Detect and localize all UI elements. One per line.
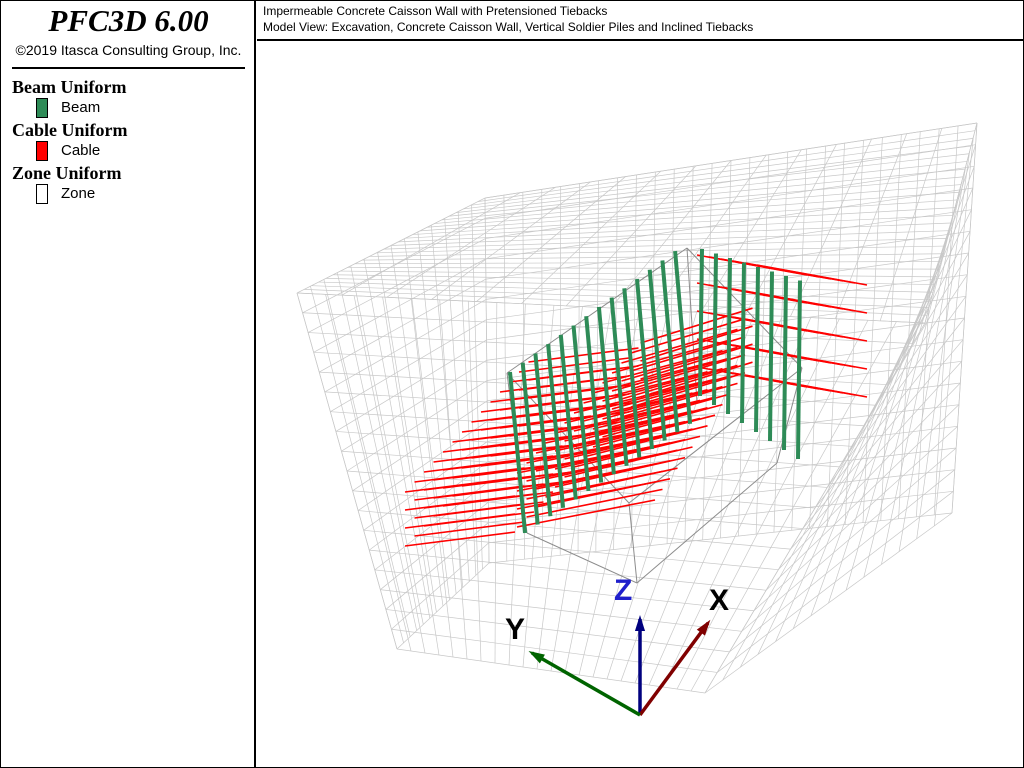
tieback-cable	[404, 531, 516, 547]
legend-label-beam: Beam	[61, 99, 101, 116]
excavation-edge	[628, 502, 638, 584]
front-face-grid	[302, 312, 913, 344]
plot-subtitle: Model View: Excavation, Concrete Caisson…	[263, 20, 754, 34]
right-face-grid	[912, 144, 976, 344]
top-face-grid	[386, 186, 556, 298]
soldier-pile	[768, 271, 774, 442]
legend-heading-beam: Beam Uniform	[12, 77, 127, 97]
y-axis-label: Y	[505, 613, 526, 646]
left-face-grid	[307, 238, 486, 333]
soldier-pile	[698, 248, 704, 397]
left-face-grid	[330, 319, 487, 412]
top-face-grid	[296, 197, 486, 294]
left-face-grid	[313, 258, 486, 353]
right-face-grid	[826, 296, 967, 488]
z-axis-label: Z	[614, 574, 633, 607]
soldier-pile	[726, 257, 732, 415]
tieback-cable	[528, 347, 639, 363]
y-axis-arrow	[531, 651, 641, 717]
axis-triad	[528, 615, 711, 717]
legend-label-zone: Zone	[61, 185, 96, 202]
right-face-grid	[778, 382, 961, 570]
z-axis-arrow-head	[634, 615, 646, 631]
soldier-pile	[712, 253, 718, 406]
right-face-grid	[717, 491, 954, 673]
soldier-pile	[740, 262, 746, 424]
back-face-grid	[488, 512, 953, 564]
left-face-grid	[341, 359, 487, 452]
plot-title: Impermeable Concrete Caisson Wall with P…	[263, 4, 608, 18]
model-viewport[interactable]: Z X Y	[257, 43, 1023, 767]
y-axis-arrow-head	[528, 651, 545, 664]
x-axis-arrow	[638, 621, 710, 717]
soldier-pile	[754, 266, 760, 433]
front-face-grid	[363, 529, 779, 571]
legend-panel: PFC3D 6.00 ©2019 Itasca Consulting Group…	[1, 1, 256, 767]
top-face-grid	[431, 181, 591, 300]
cable-color-swatch	[36, 141, 48, 161]
top-face-grid	[341, 192, 521, 296]
tieback-cable	[756, 348, 868, 370]
soldier-pile	[782, 275, 788, 451]
right-face-grid	[741, 447, 957, 632]
left-face-grid	[335, 339, 487, 432]
legend-group-beam: Beam Uniform Beam	[12, 77, 247, 120]
model-scene[interactable]	[257, 43, 1023, 767]
zone-color-swatch	[36, 184, 48, 204]
legend: Beam Uniform Beam Cable Uniform Cable Zo…	[12, 77, 247, 206]
soldier-pile	[796, 280, 802, 460]
copyright-text: ©2019 Itasca Consulting Group, Inc.	[15, 42, 242, 58]
legend-heading-zone: Zone Uniform	[12, 163, 122, 183]
top-face-grid	[924, 122, 978, 324]
beam-color-swatch	[36, 98, 48, 118]
front-face-grid	[369, 549, 767, 591]
left-face-grid	[324, 299, 487, 393]
legend-heading-cable: Cable Uniform	[12, 120, 128, 140]
back-face-grid	[485, 165, 975, 239]
legend-label-cable: Cable	[61, 142, 101, 159]
left-face-grid	[319, 278, 487, 373]
app-title: PFC3D 6.00	[48, 3, 209, 38]
legend-divider	[12, 67, 245, 69]
legend-group-zone: Zone Uniform Zone	[12, 163, 247, 206]
front-face-grid	[396, 648, 706, 694]
x-axis-label: X	[709, 584, 730, 617]
plot-title-bar: Impermeable Concrete Caisson Wall with P…	[257, 1, 1023, 41]
legend-group-cable: Cable Uniform Cable	[12, 120, 247, 163]
